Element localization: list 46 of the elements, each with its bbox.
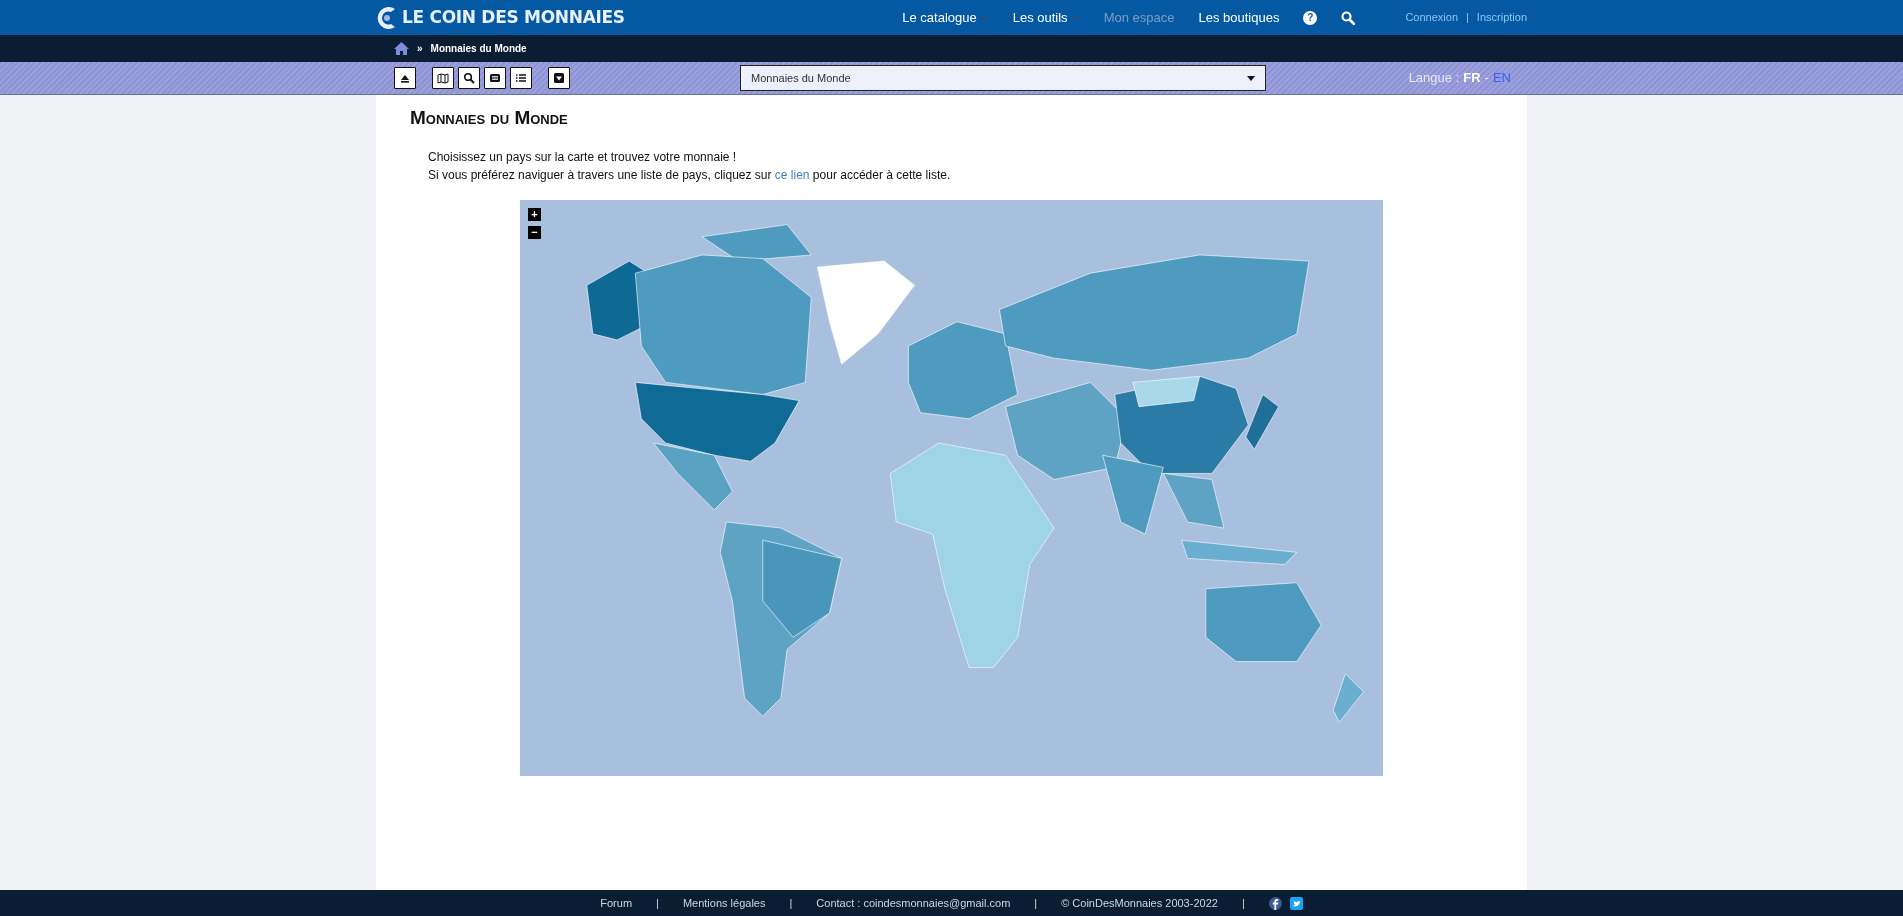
country-select[interactable]: Monnaies du Monde	[740, 65, 1266, 91]
intro-text: Choisissez un pays sur la carte et trouvez votre monnaie !	[428, 148, 738, 166]
zoom-in-button[interactable]: +	[528, 207, 541, 221]
scroll-up-button[interactable]	[394, 67, 416, 89]
footer-link[interactable]: © CoinDesMonnaies 2003-2022	[1061, 894, 1218, 912]
table-view-button[interactable]	[484, 67, 506, 89]
separator-text: |	[789, 895, 793, 911]
language-label: Langue :	[1408, 69, 1460, 88]
auth-link[interactable]: Connexion	[1405, 9, 1458, 26]
search-icon	[463, 72, 475, 84]
home-icon	[394, 42, 409, 55]
map-icon	[437, 72, 449, 84]
caret-icon	[980, 15, 989, 21]
page-title: Monnaies du Monde	[410, 107, 569, 130]
auth-link[interactable]: Inscription	[1476, 9, 1527, 26]
scroll-down-button[interactable]	[548, 67, 570, 89]
table-icon	[489, 72, 501, 84]
list-link[interactable]: ce lien	[774, 167, 810, 182]
footer-link[interactable]: Mentions légales	[682, 894, 766, 912]
instruction-text: Si vous préférez naviguer à travers une liste de pays, cliquez sur ce lien pour accéder à cette liste.	[428, 166, 952, 184]
list-icon	[515, 72, 527, 84]
footer-link[interactable]: Forum	[600, 894, 633, 912]
select-value: Monnaies du Monde	[751, 70, 851, 86]
search-icon	[1341, 11, 1356, 26]
footer-link[interactable]: Contact : coindesmonnaies@gmail.com	[816, 894, 1011, 912]
separator-text: -	[1484, 69, 1489, 88]
breadcrumb-separator: »	[417, 42, 423, 56]
social-circle-icon	[1268, 896, 1282, 910]
nav-link[interactable]: Les outils	[1012, 7, 1080, 28]
separator-text: |	[1034, 895, 1038, 911]
separator-text: |	[1241, 895, 1245, 911]
separator-text: |	[1466, 10, 1469, 26]
nav-link[interactable]: Les boutiques	[1198, 7, 1280, 28]
caret-icon	[1071, 15, 1080, 21]
search-tool-button[interactable]	[458, 67, 480, 89]
site-logo-text: LE COIN DES MONNAIES	[402, 5, 625, 29]
help-button[interactable]: ?	[1303, 10, 1318, 25]
breadcrumb-current: Monnaies du Monde	[430, 42, 527, 56]
dropdown-caret-icon	[1247, 75, 1255, 81]
separator-text: |	[656, 895, 659, 911]
map-button[interactable]	[432, 67, 454, 89]
nav-link[interactable]: Le catalogue	[902, 7, 989, 28]
bird-square-icon	[1289, 896, 1303, 910]
world-map-drawing[interactable]	[586, 224, 1364, 723]
list-view-button[interactable]	[510, 67, 532, 89]
zoom-out-button[interactable]: −	[528, 225, 541, 239]
